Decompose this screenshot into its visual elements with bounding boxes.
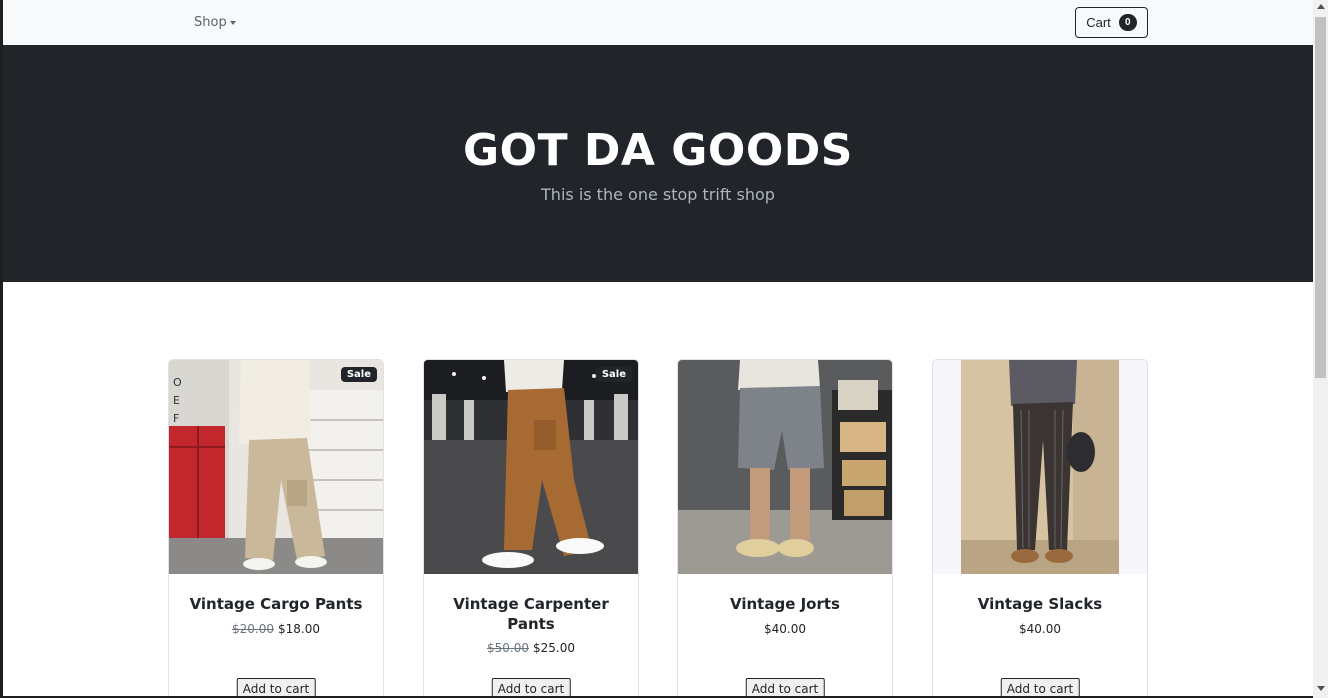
product-price: $50.00 $25.00: [424, 641, 638, 655]
shop-dropdown-label: Shop: [194, 15, 227, 30]
product-image-cargo-pants: O E F T: [169, 360, 383, 574]
hero-banner: GOT DA GOODS This is the one stop trift …: [3, 45, 1313, 282]
sale-badge: Sale: [340, 367, 377, 382]
price: $40.00: [1019, 622, 1061, 636]
original-price: $50.00: [487, 641, 529, 655]
price: $40.00: [764, 622, 806, 636]
sale-price: $18.00: [278, 622, 320, 636]
product-image-jorts: [678, 360, 892, 574]
add-to-cart-button[interactable]: Add to cart: [236, 678, 316, 698]
product-price: $40.00: [678, 622, 892, 636]
sale-badge: Sale: [595, 367, 632, 382]
svg-text:F: F: [173, 412, 179, 425]
product-price: $20.00 $18.00: [169, 622, 383, 636]
product-title: Vintage Slacks: [977, 595, 1103, 613]
product-card-carpenter-pants: Sale Vintage Carpenter Pants $50.00 $25.0…: [423, 359, 639, 698]
caret-down-icon: [229, 21, 236, 25]
sale-price: $25.00: [533, 641, 575, 655]
product-image-slacks: [933, 360, 1147, 574]
svg-text:O: O: [173, 376, 182, 389]
hero-title: GOT DA GOODS: [463, 125, 853, 176]
product-price: $40.00: [933, 622, 1147, 636]
original-price: $20.00: [232, 622, 274, 636]
vertical-scrollbar[interactable]: [1313, 0, 1328, 698]
cart-count-badge: 0: [1118, 14, 1137, 31]
scrollbar-thumb[interactable]: [1315, 17, 1326, 378]
cart-label: Cart: [1086, 15, 1111, 30]
add-to-cart-button[interactable]: Add to cart: [1000, 678, 1080, 698]
scroll-up-arrow-icon[interactable]: [1317, 4, 1325, 9]
product-title: Vintage Cargo Pants: [189, 595, 363, 613]
product-card-slacks: Vintage Slacks $40.00 Add to cart: [932, 359, 1148, 698]
product-card-cargo-pants: O E F T: [168, 359, 384, 698]
product-title: Vintage Carpenter Pants: [453, 595, 609, 633]
shop-dropdown[interactable]: Shop: [194, 15, 236, 30]
product-card-jorts: Vintage Jorts $40.00 Add to cart: [677, 359, 893, 698]
cart-button[interactable]: Cart 0: [1075, 7, 1148, 38]
product-image-carpenter-pants: [424, 360, 638, 574]
scroll-down-arrow-icon[interactable]: [1317, 686, 1325, 691]
hero-subtitle: This is the one stop trift shop: [541, 185, 775, 204]
svg-text:E: E: [173, 394, 180, 407]
top-navbar: Shop Cart 0: [3, 0, 1313, 45]
product-title: Vintage Jorts: [730, 595, 840, 613]
add-to-cart-button[interactable]: Add to cart: [745, 678, 825, 698]
add-to-cart-button[interactable]: Add to cart: [491, 678, 571, 698]
